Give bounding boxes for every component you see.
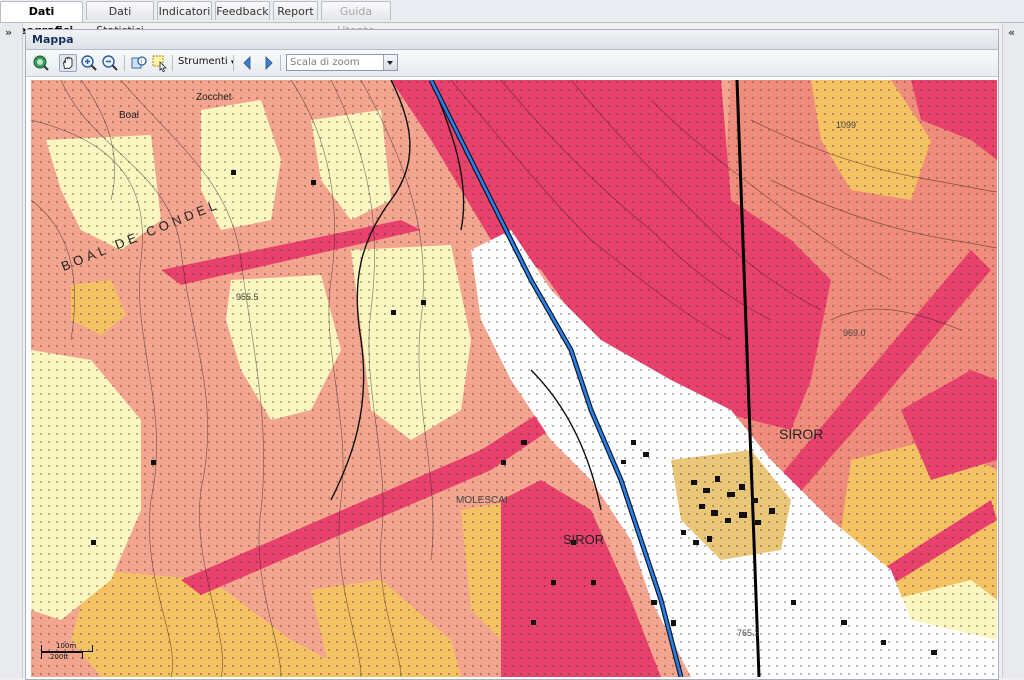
left-collapse-strip: » xyxy=(0,23,23,678)
scale-bar-top-label: 100m xyxy=(56,642,77,650)
select-features-icon[interactable] xyxy=(151,54,169,72)
tab-bar: Dati Geografici Dati Statistici Indicato… xyxy=(0,0,1024,37)
spot-height-label: 1099 xyxy=(836,120,857,130)
tab-indicatori[interactable]: Indicatori xyxy=(157,1,212,20)
identify-icon[interactable]: i xyxy=(130,54,148,72)
zoom-out-icon[interactable] xyxy=(101,54,119,72)
toolbar-separator xyxy=(172,55,173,71)
place-label-siror-east: SIROR xyxy=(779,426,824,442)
spot-height-label: 969.0 xyxy=(843,328,866,338)
place-label-molescai: MOLESCAI xyxy=(456,495,508,506)
scale-bar-bottom-label: 200ft xyxy=(50,653,69,661)
expand-left-icon[interactable]: » xyxy=(5,26,12,39)
map-canvas[interactable]: SIROR SIROR MOLESCAI BOAL DE CONDEL Boal… xyxy=(31,80,997,677)
toolbar-separator xyxy=(124,55,125,71)
zoom-scale-placeholder: Scala di zoom xyxy=(290,57,360,68)
spot-height-label: 955.5 xyxy=(236,292,259,302)
strumenti-menu[interactable]: Strumenti ▾ xyxy=(178,56,234,67)
place-label-boal: Boal xyxy=(119,110,140,121)
tab-dati-statistici[interactable]: Dati Statistici xyxy=(86,1,154,37)
dropdown-trigger[interactable] xyxy=(383,55,397,70)
tab-dati-geografici[interactable]: Dati Geografici xyxy=(0,1,83,37)
tab-report[interactable]: Report xyxy=(273,1,318,20)
tab-guida-utente: Guida Utente xyxy=(321,1,391,37)
forward-arrow-icon[interactable] xyxy=(259,54,277,72)
chevron-down-icon xyxy=(387,61,393,65)
right-collapse-strip: « xyxy=(1002,23,1024,678)
map-panel: Mappa i Strumenti Scala di zoom SIROR SI… xyxy=(25,29,999,680)
map-toolbar: i Strumenti ▾ Scala di zoom xyxy=(26,50,998,77)
back-arrow-icon[interactable] xyxy=(239,54,257,72)
spot-height-label: 765.3 xyxy=(737,628,760,638)
dot-texture xyxy=(31,80,997,677)
toolbar-separator xyxy=(233,55,234,71)
tab-feedback[interactable]: Feedback xyxy=(215,1,270,20)
zoom-extent-icon[interactable] xyxy=(32,54,50,72)
expand-right-icon[interactable]: « xyxy=(1008,26,1015,39)
toolbar-separator xyxy=(280,55,281,71)
zoom-in-icon[interactable] xyxy=(80,54,98,72)
strumenti-label: Strumenti xyxy=(178,56,228,67)
scale-bar: 100m 200ft xyxy=(41,642,93,661)
zoom-scale-select[interactable]: Scala di zoom xyxy=(286,54,398,71)
pan-hand-icon[interactable] xyxy=(59,54,77,72)
panel-title: Mappa xyxy=(26,30,998,50)
place-label-zocchet: Zocchet xyxy=(196,92,232,103)
place-label-siror-center: SIROR xyxy=(563,532,605,547)
geologic-map xyxy=(31,80,997,677)
